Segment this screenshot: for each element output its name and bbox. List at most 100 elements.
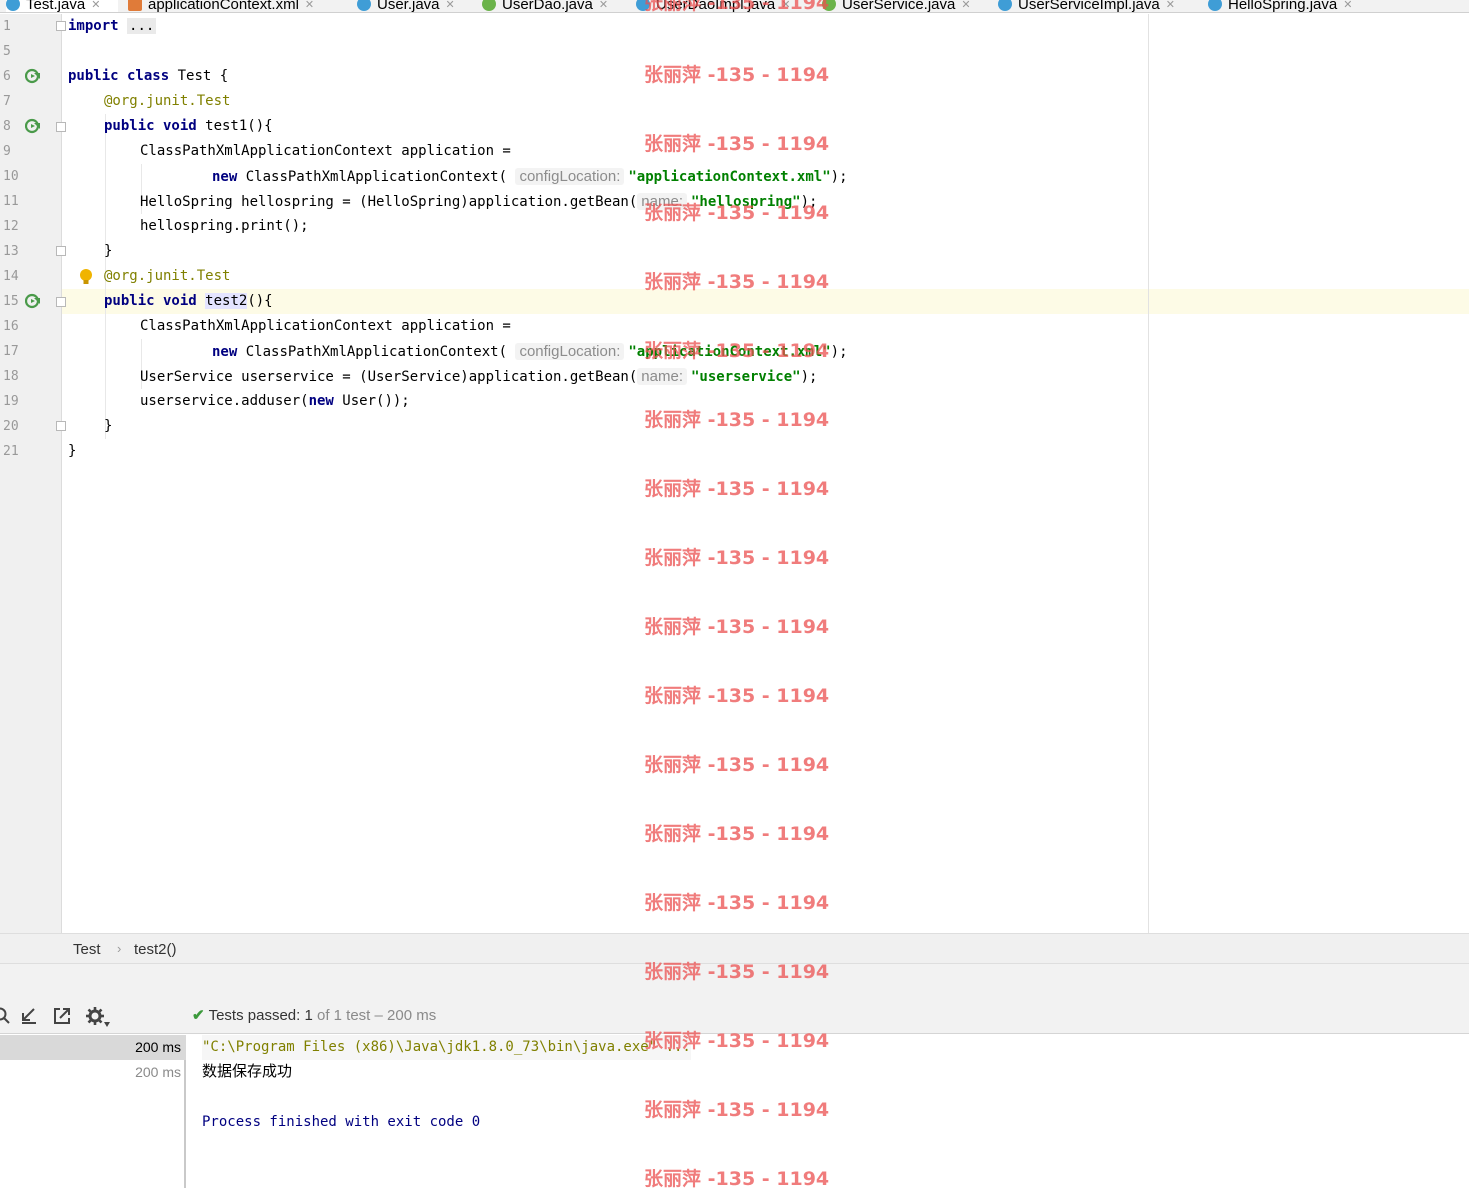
line-number: 5 — [3, 44, 11, 59]
fold-expand-icon[interactable] — [56, 21, 66, 31]
line-number: 17 — [3, 344, 19, 359]
console-command-line[interactable]: "C:\Program Files (x86)\Java\jdk1.8.0_73… — [202, 1035, 691, 1060]
code-line-9[interactable]: ClassPathXmlApplicationContext applicati… — [140, 139, 511, 164]
export-icon[interactable] — [52, 1006, 72, 1026]
intention-bulb-icon[interactable] — [79, 268, 93, 286]
search-icon[interactable] — [0, 1006, 12, 1026]
java-class-icon — [636, 0, 650, 11]
dropdown-arrow-icon[interactable] — [104, 1022, 110, 1028]
fold-end-icon[interactable] — [56, 246, 66, 256]
tab-test-java[interactable]: Test.java ✕ — [6, 0, 118, 13]
tab-hellospring-java[interactable]: HelloSpring.java ✕ — [1208, 0, 1352, 13]
test-results-tree[interactable]: 200 ms 200 ms — [0, 1035, 186, 1188]
test-duration: 200 ms — [135, 1039, 181, 1055]
code-text: } — [104, 243, 113, 259]
run-toolbar: ✔ Tests passed: 1 of 1 test – 200 ms — [0, 998, 1469, 1034]
line-number: 10 — [3, 169, 19, 184]
console-exit-line: Process finished with exit code 0 — [202, 1114, 481, 1130]
code-text: (){ — [247, 293, 273, 309]
console-output-line: 数据保存成功 — [202, 1062, 293, 1080]
run-test-method-icon[interactable] — [25, 118, 41, 134]
java-class-icon — [998, 0, 1012, 11]
annotation: Test — [196, 268, 231, 284]
check-icon: ✔ — [192, 1007, 205, 1024]
line-number: 9 — [3, 144, 11, 159]
code-line-14[interactable]: @org.junit.Test — [104, 264, 230, 289]
tab-userserviceimpl-java[interactable]: UserServiceImpl.java ✕ — [998, 0, 1175, 13]
code-line-12[interactable]: hellospring.print(); — [140, 214, 309, 239]
tab-userservice-java[interactable]: UserService.java ✕ — [822, 0, 971, 13]
tab-label: Test.java — [26, 0, 86, 13]
line-number: 18 — [3, 369, 19, 384]
code-line-15[interactable]: public void test2(){ — [104, 289, 273, 314]
run-test-method-icon[interactable] — [25, 293, 41, 309]
close-icon[interactable]: ✕ — [305, 0, 314, 11]
parameter-hint: configLocation: — [515, 343, 625, 360]
breadcrumb-class[interactable]: Test — [73, 941, 101, 958]
line-number: 1 — [3, 19, 11, 34]
folded-imports[interactable]: ... — [127, 18, 157, 34]
code-line-18[interactable]: UserService userservice = (UserService)a… — [140, 364, 817, 389]
tab-userdao-java[interactable]: UserDao.java ✕ — [482, 0, 608, 12]
close-icon[interactable]: ✕ — [961, 0, 970, 11]
run-test-class-icon[interactable] — [25, 68, 41, 84]
keyword: public void — [104, 118, 197, 134]
fold-collapse-icon[interactable] — [56, 297, 66, 307]
keyword: import — [68, 18, 119, 34]
fold-collapse-icon[interactable] — [56, 122, 66, 132]
line-number: 21 — [3, 444, 19, 459]
annotation: @org.junit. — [104, 93, 197, 109]
code-line-1[interactable]: import ... — [68, 14, 157, 39]
code-line-21[interactable]: } — [68, 439, 76, 464]
tab-label: UserServiceImpl.java — [1018, 0, 1160, 13]
editor-gutter[interactable]: 1 5 6 7 8 9 10 11 12 13 14 15 16 17 18 1… — [0, 14, 66, 933]
line-number: 14 — [3, 269, 19, 284]
tab-userdaoimpl-java[interactable]: UserDaoImpl.java ✕ — [636, 0, 790, 12]
code-text: HelloSpring hellospring = (HelloSpring)a… — [140, 194, 638, 210]
close-icon[interactable]: ✕ — [1343, 0, 1352, 11]
breadcrumb-method[interactable]: test2() — [134, 941, 177, 958]
code-line-7[interactable]: @org.junit.Test — [104, 89, 230, 114]
code-line-10[interactable]: new ClassPathXmlApplicationContext( conf… — [212, 164, 848, 189]
close-icon[interactable]: ✕ — [91, 0, 100, 11]
console-output[interactable]: "C:\Program Files (x86)\Java\jdk1.8.0_73… — [188, 1035, 1469, 1188]
java-class-icon — [6, 0, 20, 11]
tab-user-java[interactable]: User.java ✕ — [357, 0, 455, 12]
code-text: hellospring.print(); — [140, 218, 309, 234]
xml-file-icon — [128, 0, 142, 11]
parameter-hint: name: — [637, 193, 687, 210]
line-number: 16 — [3, 319, 19, 334]
gear-icon[interactable] — [85, 1006, 105, 1026]
close-icon[interactable]: ✕ — [781, 0, 790, 11]
line-number: 19 — [3, 394, 19, 409]
tab-applicationcontext-xml[interactable]: applicationContext.xml ✕ — [128, 0, 314, 12]
java-class-icon — [1208, 0, 1222, 11]
tab-label: UserService.java — [842, 0, 956, 13]
code-line-11[interactable]: HelloSpring hellospring = (HelloSpring)a… — [140, 189, 817, 214]
annotation: @org.junit. — [104, 268, 197, 284]
string-literal: "applicationContext.xml" — [628, 169, 831, 185]
code-text: ); — [800, 194, 818, 210]
tree-row-test-class[interactable]: 200 ms — [0, 1035, 186, 1060]
code-text: } — [104, 418, 113, 434]
line-number: 13 — [3, 244, 19, 259]
keyword: new — [308, 393, 334, 409]
code-line-8[interactable]: public void test1(){ — [104, 114, 273, 139]
code-line-17[interactable]: new ClassPathXmlApplicationContext( conf… — [212, 339, 848, 364]
line-number: 12 — [3, 219, 19, 234]
panel-splitter[interactable] — [0, 964, 1469, 998]
tree-row-test-method[interactable]: 200 ms — [0, 1060, 186, 1085]
close-icon[interactable]: ✕ — [446, 0, 455, 11]
code-line-19[interactable]: userservice.adduser(new User()); — [140, 389, 410, 414]
close-icon[interactable]: ✕ — [599, 0, 608, 11]
close-icon[interactable]: ✕ — [1166, 0, 1175, 11]
code-line-16[interactable]: ClassPathXmlApplicationContext applicati… — [140, 314, 511, 339]
fold-end-icon[interactable] — [56, 421, 66, 431]
code-line-20[interactable]: } — [104, 414, 112, 439]
collapse-all-icon[interactable] — [19, 1006, 39, 1026]
tab-label: HelloSpring.java — [1228, 0, 1338, 13]
code-line-13[interactable]: } — [104, 239, 112, 264]
parameter-hint: name: — [637, 368, 687, 385]
test-status: ✔ Tests passed: 1 of 1 test – 200 ms — [192, 1006, 436, 1024]
code-line-6[interactable]: public class Test { — [68, 64, 228, 89]
